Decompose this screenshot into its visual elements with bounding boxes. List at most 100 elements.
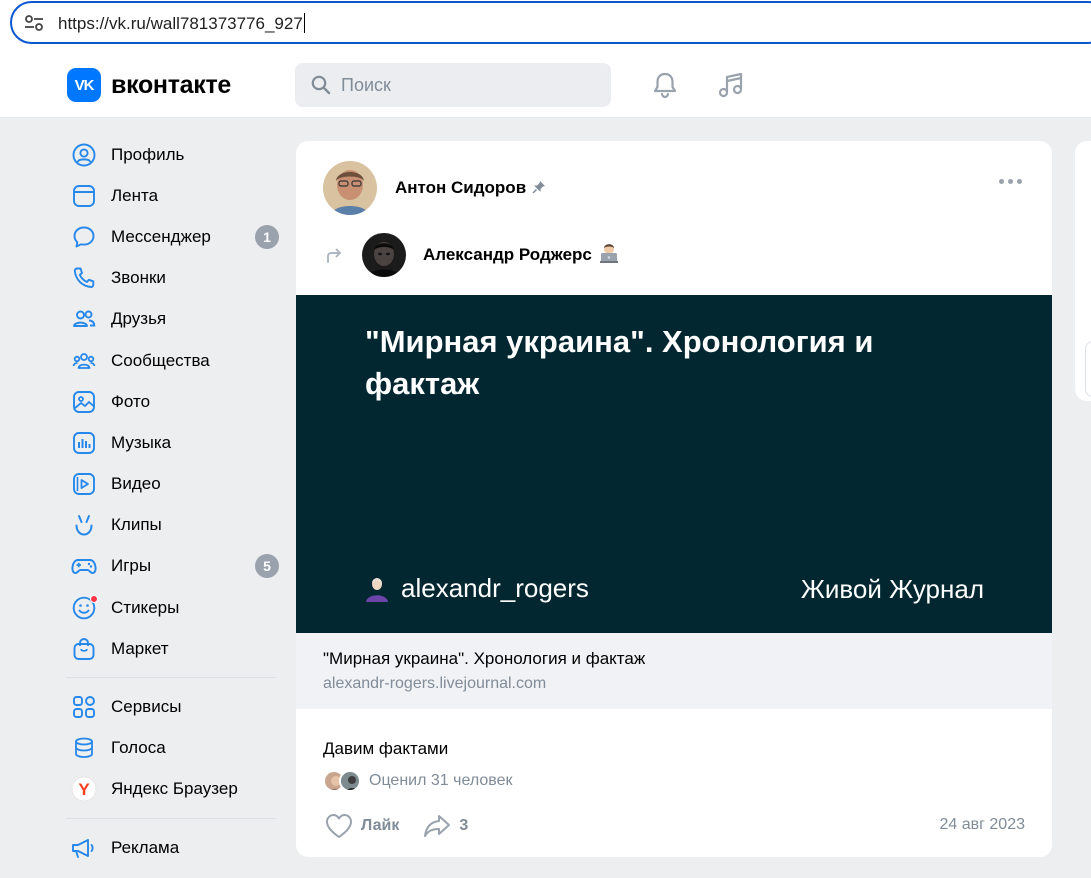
- sidebar-item-label: Клипы: [111, 515, 162, 535]
- search-icon: [311, 75, 331, 95]
- address-bar[interactable]: https://vk.ru/wall781373776_927: [10, 1, 1091, 44]
- left-sidebar: Профиль Лента Мессенджер 1 Звонки Друзья…: [66, 134, 281, 868]
- sidebar-item-label: Лента: [111, 185, 159, 205]
- sidebar-item-market[interactable]: Маркет: [66, 628, 281, 669]
- sidebar-item-label: Профиль: [111, 144, 185, 164]
- sidebar-item-label: Музыка: [111, 432, 172, 452]
- technologist-emoji-icon: [598, 242, 620, 269]
- sidebar-item-label: Стикеры: [111, 597, 180, 617]
- sidebar-item-messenger[interactable]: Мессенджер 1: [66, 216, 281, 257]
- article-banner[interactable]: "Мирная украина". Хронология и фактаж al…: [296, 295, 1052, 633]
- author-name[interactable]: Антон Сидоров: [395, 178, 526, 198]
- sidebar-item-label: Сервисы: [111, 697, 182, 717]
- heart-icon: [326, 814, 352, 838]
- coins-icon: [71, 735, 97, 761]
- sidebar-item-photos[interactable]: Фото: [66, 381, 281, 422]
- sidebar-item-music[interactable]: Музыка: [66, 422, 281, 463]
- search-input[interactable]: [341, 74, 581, 96]
- like-button[interactable]: Лайк: [325, 813, 399, 839]
- sidebar-item-feed[interactable]: Лента: [66, 175, 281, 216]
- author-avatar[interactable]: [323, 161, 377, 215]
- music-note-icon[interactable]: [716, 70, 746, 100]
- sidebar-item-label: Игры: [111, 556, 152, 576]
- user-circle-icon: [71, 142, 97, 168]
- sidebar-item-label: Видео: [111, 474, 161, 494]
- sidebar-item-stickers[interactable]: Стикеры: [66, 587, 281, 628]
- sidebar-item-calls[interactable]: Звонки: [66, 258, 281, 299]
- phone-icon: [71, 265, 97, 291]
- sidebar-item-video[interactable]: Видео: [66, 464, 281, 505]
- vk-logo-text: вконтакте: [111, 70, 232, 99]
- sidebar-item-communities[interactable]: Сообщества: [66, 340, 281, 381]
- sidebar-item-label: Голоса: [111, 738, 166, 758]
- repost-source[interactable]: Александр Роджерс: [324, 233, 620, 277]
- pin-icon: [532, 180, 546, 197]
- megaphone-icon: [71, 835, 97, 861]
- share-button[interactable]: 3: [423, 813, 468, 839]
- share-count: 3: [459, 817, 469, 834]
- services-icon: [71, 694, 97, 720]
- banner-site-name: Живой Журнал: [800, 574, 984, 604]
- smile-icon: [71, 594, 98, 621]
- likes-count-text[interactable]: Оценил 31 человек: [369, 772, 512, 790]
- sidebar-item-label: Маркет: [111, 638, 169, 658]
- vk-header: VK вконтакте: [0, 52, 1091, 118]
- post-date[interactable]: 24 авг 2023: [939, 816, 1025, 834]
- sidebar-item-label: Фото: [111, 391, 151, 411]
- person-emoji-icon: [366, 577, 388, 602]
- photo-icon: [71, 389, 97, 415]
- browser-toolbar: https://vk.ru/wall781373776_927: [0, 0, 1091, 52]
- yandex-icon: Y: [71, 776, 97, 802]
- notification-dot: [90, 594, 98, 603]
- sidebar-divider: [66, 818, 276, 819]
- share-icon: [424, 815, 451, 837]
- site-settings-icon[interactable]: [24, 14, 44, 32]
- right-panel: [1075, 141, 1091, 401]
- sidebar-item-label: Мессенджер: [111, 226, 211, 246]
- repost-author-avatar[interactable]: [362, 233, 406, 277]
- banner-title: "Мирная украина". Хронология и фактаж: [365, 324, 874, 401]
- link-preview[interactable]: "Мирная украина". Хронология и фактаж al…: [296, 633, 1052, 709]
- post-text: Давим фактами: [323, 739, 449, 758]
- text-caret: [303, 13, 305, 33]
- url-text[interactable]: https://vk.ru/wall781373776_927: [58, 13, 305, 34]
- svg-text:Y: Y: [78, 780, 90, 799]
- newsfeed-icon: [71, 183, 97, 209]
- sidebar-item-label: Реклама: [111, 837, 180, 857]
- friends-icon: [71, 306, 97, 332]
- vk-logo-mark: VK: [67, 68, 101, 102]
- link-title: "Мирная украина". Хронология и фактаж: [323, 649, 646, 668]
- bell-icon[interactable]: [650, 70, 680, 100]
- sidebar-item-yandex-browser[interactable]: Y Яндекс Браузер: [66, 769, 281, 810]
- sidebar-item-friends[interactable]: Друзья: [66, 299, 281, 340]
- unread-badge: 1: [255, 224, 279, 249]
- sidebar-item-games[interactable]: Игры 5: [66, 546, 281, 587]
- search-box[interactable]: [295, 63, 611, 107]
- likes-summary[interactable]: Оценил 31 человек: [323, 770, 512, 792]
- vk-logo[interactable]: VK вконтакте: [67, 68, 231, 102]
- repost-author-name[interactable]: Александр Роджерс: [423, 245, 592, 265]
- games-badge: 5: [255, 554, 279, 579]
- banner-username: alexandr_rogers: [363, 573, 589, 604]
- sidebar-item-profile[interactable]: Профиль: [66, 134, 281, 175]
- sidebar-item-label: Звонки: [111, 268, 166, 288]
- video-icon: [71, 471, 97, 497]
- sidebar-item-clips[interactable]: Клипы: [66, 505, 281, 546]
- post-author[interactable]: Антон Сидоров: [323, 161, 546, 215]
- sidebar-item-label: Друзья: [111, 309, 167, 329]
- message-icon: [71, 224, 97, 250]
- music-icon: [71, 430, 97, 456]
- like-label: Лайк: [361, 817, 400, 834]
- sidebar-item-votes[interactable]: Голоса: [66, 728, 281, 769]
- more-options-icon[interactable]: [999, 179, 1022, 184]
- sidebar-item-services[interactable]: Сервисы: [66, 686, 281, 727]
- sidebar-item-label: Яндекс Браузер: [111, 779, 238, 799]
- liker-avatar: [339, 770, 361, 792]
- sidebar-item-ads[interactable]: Реклама: [66, 827, 281, 868]
- sidebar-divider: [66, 677, 276, 679]
- post-card: Антон Сидоров Александр Роджерс "Мирная …: [296, 141, 1052, 857]
- banner-username-text: alexandr_rogers: [401, 573, 589, 603]
- post-actions: Лайк 3: [325, 813, 468, 839]
- clips-icon: [71, 512, 97, 538]
- right-panel-tab[interactable]: [1085, 341, 1091, 397]
